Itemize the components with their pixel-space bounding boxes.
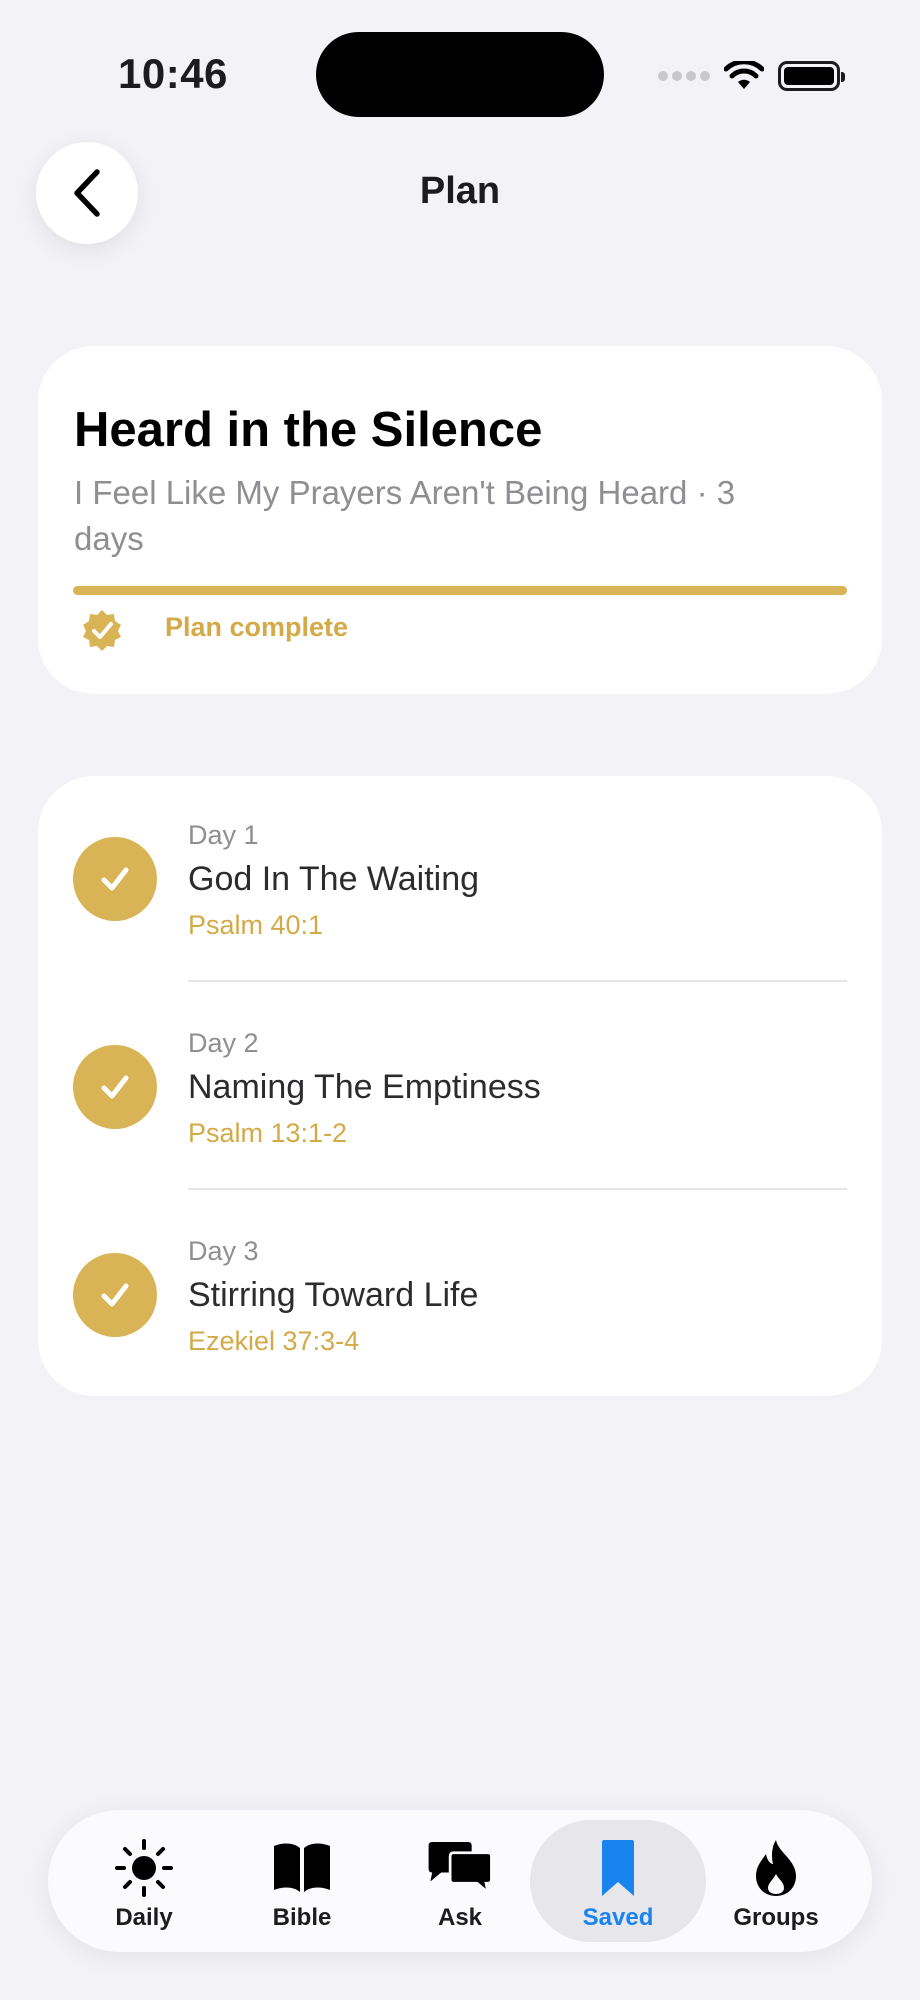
tab-bible[interactable]: Bible xyxy=(214,1820,390,1942)
wifi-icon xyxy=(724,61,764,89)
tab-label: Groups xyxy=(733,1904,819,1931)
plan-progress-bar xyxy=(73,586,847,595)
status-indicators xyxy=(658,56,845,96)
tab-ask[interactable]: Ask xyxy=(372,1820,548,1942)
tab-bar: Daily Bible Ask Saved Groups xyxy=(48,1810,872,1952)
tab-daily[interactable]: Daily xyxy=(56,1820,232,1942)
verified-badge-icon xyxy=(83,610,121,651)
bookmark-icon xyxy=(583,1838,653,1898)
page-title: Plan xyxy=(419,170,501,212)
tab-saved[interactable]: Saved xyxy=(530,1820,706,1942)
day-scripture-reference: Psalm 40:1 xyxy=(188,910,324,940)
status-time: 10:46 xyxy=(118,50,228,97)
list-item-day-2[interactable]: Day 2 Naming The Emptiness Psalm 13:1-2 xyxy=(38,984,882,1190)
day-title: Naming The Emptiness xyxy=(188,1068,541,1106)
plan-subtitle: I Feel Like My Prayers Aren't Being Hear… xyxy=(74,474,736,557)
tab-label: Daily xyxy=(115,1904,173,1931)
sun-icon xyxy=(109,1838,179,1898)
plan-status-label: Plan complete xyxy=(165,612,349,642)
day-label: Day 2 xyxy=(188,1028,259,1058)
cellular-signal-icon xyxy=(658,71,710,81)
day-title: God In The Waiting xyxy=(188,860,480,898)
completed-check-icon xyxy=(73,837,157,921)
divider xyxy=(188,1188,847,1190)
plan-summary-card: Heard in the Silence I Feel Like My Pray… xyxy=(38,346,882,694)
dynamic-island xyxy=(316,32,604,117)
plan-progress-fill xyxy=(73,586,847,595)
list-item-day-3[interactable]: Day 3 Stirring Toward Life Ezekiel 37:3-… xyxy=(38,1192,882,1398)
list-item-day-1[interactable]: Day 1 God In The Waiting Psalm 40:1 xyxy=(38,776,882,982)
day-title: Stirring Toward Life xyxy=(188,1276,479,1314)
tab-groups[interactable]: Groups xyxy=(688,1820,864,1942)
tab-label: Saved xyxy=(582,1904,654,1931)
flame-icon xyxy=(741,1838,811,1898)
tab-label: Ask xyxy=(437,1904,483,1931)
tab-label: Bible xyxy=(272,1904,332,1931)
day-scripture-reference: Ezekiel 37:3-4 xyxy=(188,1326,360,1356)
day-label: Day 3 xyxy=(188,1236,259,1266)
chat-bubbles-icon xyxy=(425,1838,495,1898)
day-label: Day 1 xyxy=(188,820,259,850)
divider xyxy=(188,980,847,982)
plan-title: Heard in the Silence xyxy=(74,403,543,457)
plan-days-list: Day 1 God In The Waiting Psalm 40:1 Day … xyxy=(38,776,882,1396)
completed-check-icon xyxy=(73,1253,157,1337)
day-scripture-reference: Psalm 13:1-2 xyxy=(188,1118,348,1148)
book-icon xyxy=(267,1838,337,1898)
battery-icon xyxy=(778,61,845,91)
completed-check-icon xyxy=(73,1045,157,1129)
